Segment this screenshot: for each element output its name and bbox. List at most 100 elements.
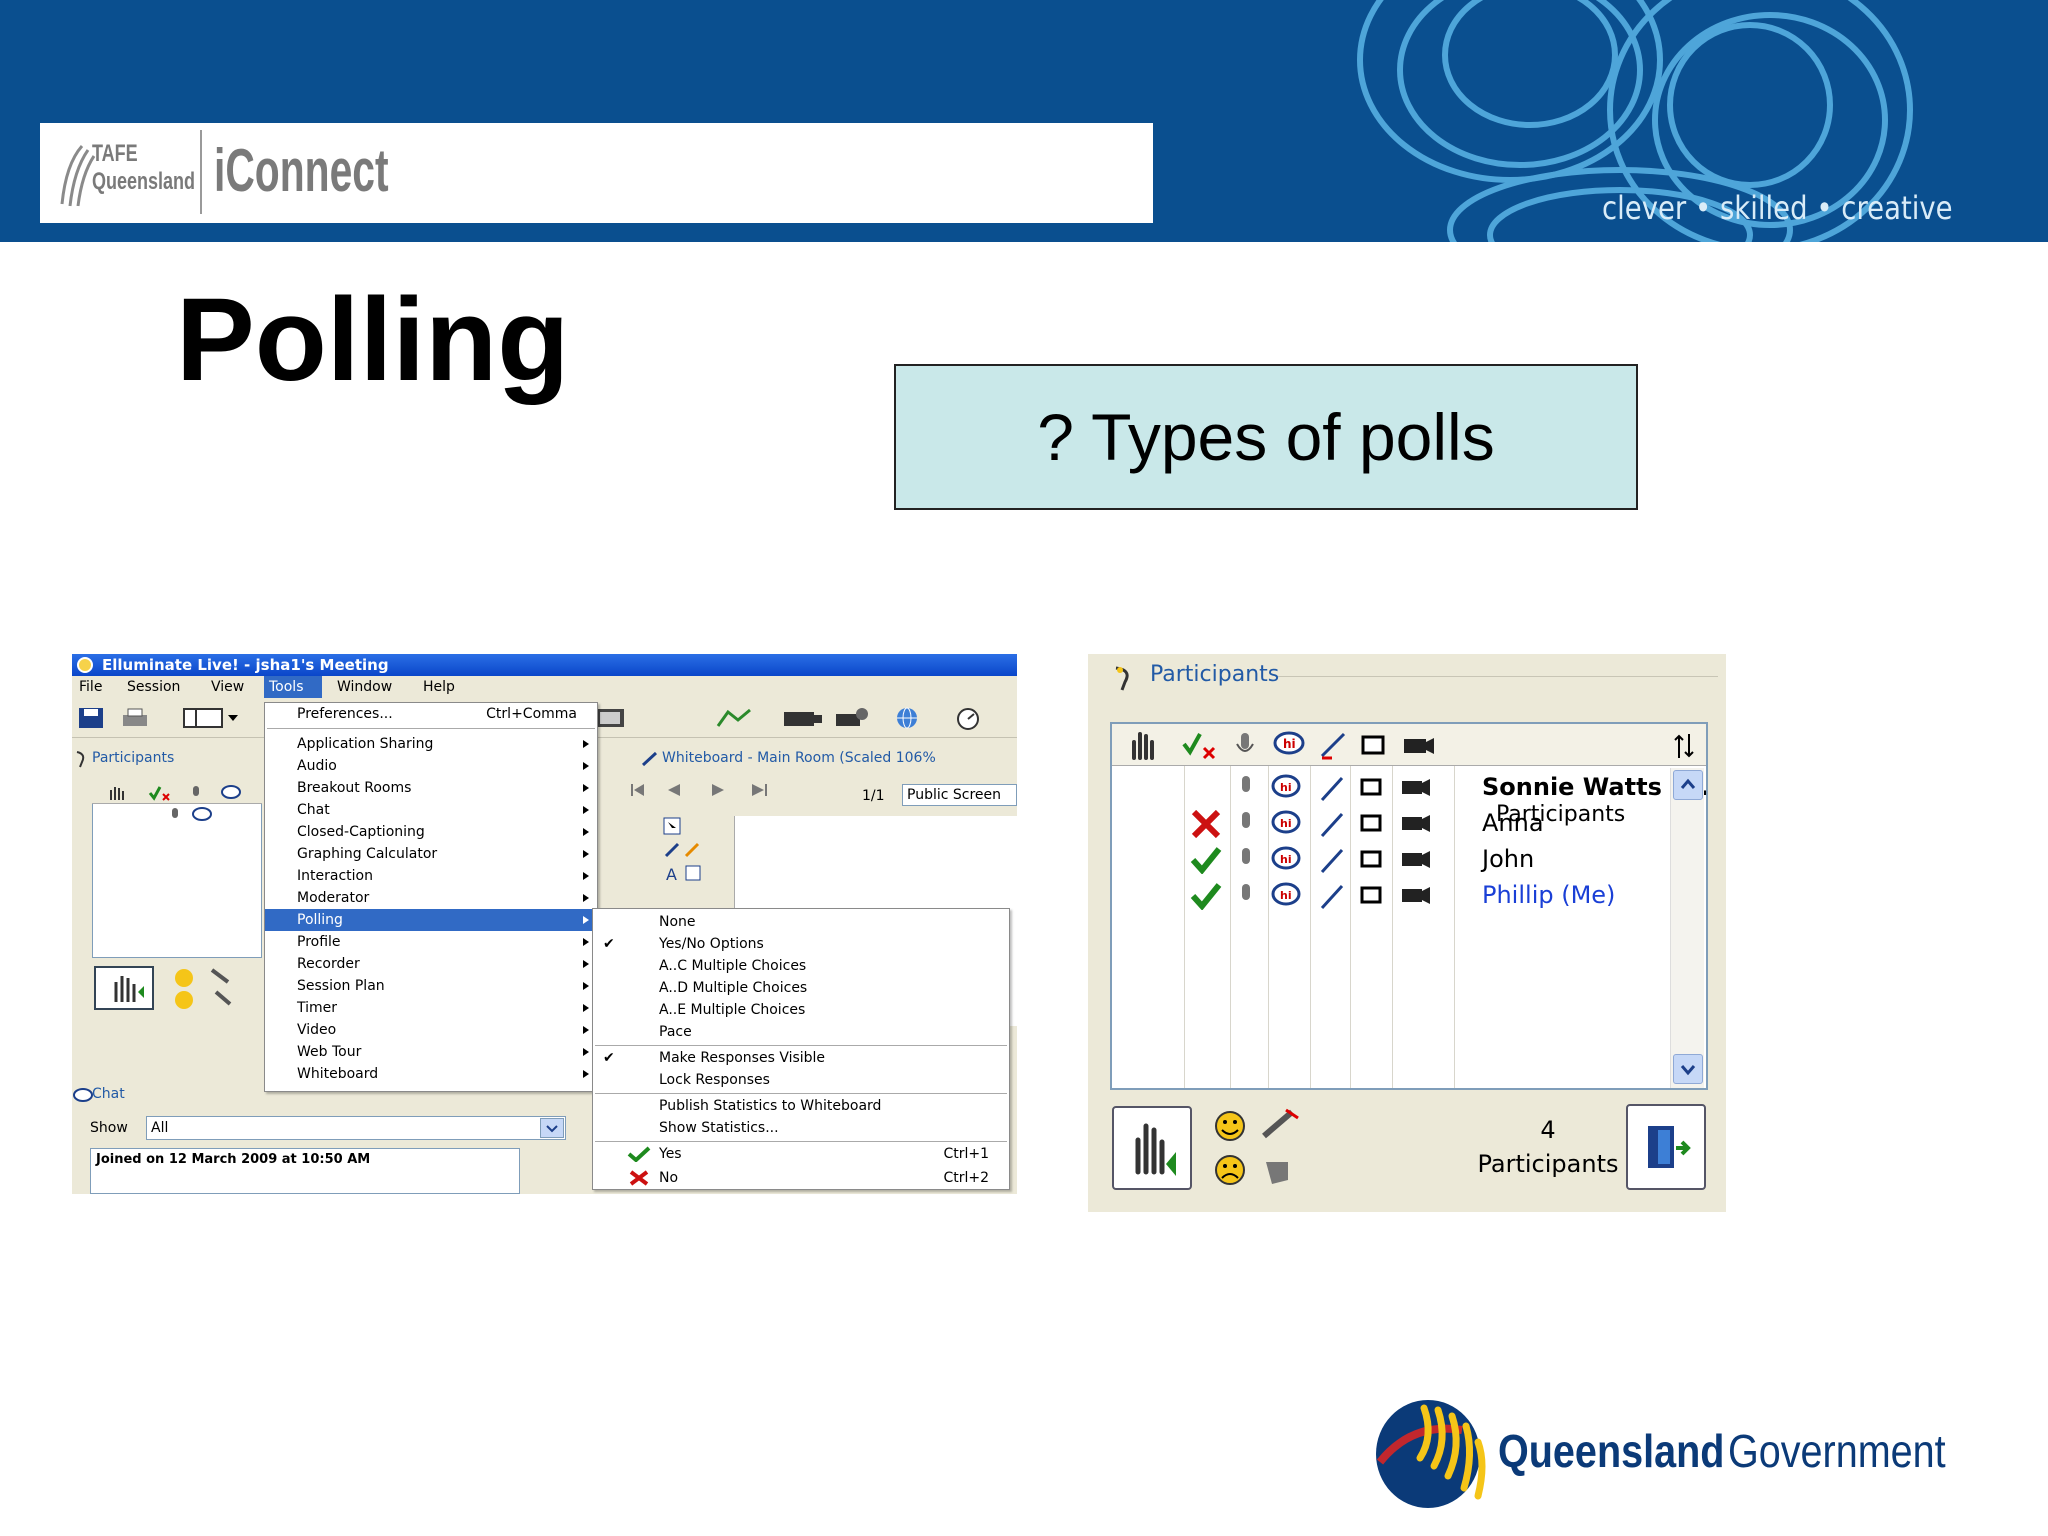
raise-hand-icon — [1135, 1123, 1176, 1176]
save-icon[interactable] — [76, 706, 106, 730]
poll-type-none[interactable]: None — [593, 911, 1009, 933]
menu-item-polling[interactable]: Polling — [265, 909, 597, 931]
camera-settings-icon[interactable] — [832, 706, 872, 730]
camera-icon[interactable] — [780, 706, 824, 730]
globe-icon[interactable] — [887, 706, 927, 730]
participant-row[interactable]: hi Anna — [1112, 806, 1652, 842]
whiteboard-header: Whiteboard - Main Room (Scaled 106% — [662, 750, 936, 766]
scrollbar[interactable] — [1670, 768, 1704, 1088]
lock-responses[interactable]: Lock Responses — [593, 1069, 1009, 1091]
menubar: File Session View Tools Window Help — [72, 676, 1017, 698]
menu-item-audio[interactable]: Audio — [265, 755, 597, 777]
participants-panel: Participants hi Participants hi Sonnie W… — [1088, 654, 1726, 1212]
whiteboard-tools-icon[interactable]: A — [662, 814, 702, 914]
menu-item-graphing-calculator[interactable]: Graphing Calculator — [265, 843, 597, 865]
participants-header: Participants — [92, 750, 175, 766]
poll-type-a-c[interactable]: A..C Multiple Choices — [593, 955, 1009, 977]
checkmark-icon: ✔ — [603, 1050, 615, 1066]
hand-icon[interactable] — [1126, 730, 1158, 760]
poll-type-label: A..C Multiple Choices — [659, 958, 807, 974]
menu-item-interaction[interactable]: Interaction — [265, 865, 597, 887]
menu-item-preferences[interactable]: Preferences... Ctrl+Comma — [265, 703, 597, 725]
raise-hand-button[interactable] — [94, 966, 154, 1010]
menu-item-breakout-rooms[interactable]: Breakout Rooms — [265, 777, 597, 799]
menu-window[interactable]: Window — [332, 676, 397, 698]
participant-row[interactable]: hi John — [1112, 842, 1652, 878]
poll-type-yes-no[interactable]: ✔ Yes/No Options — [593, 933, 1009, 955]
submenu-arrow-icon — [583, 982, 589, 990]
yes-no-icon[interactable] — [1182, 730, 1218, 760]
emoticon-icons[interactable] — [172, 966, 242, 1012]
show-statistics[interactable]: Show Statistics... — [593, 1117, 1009, 1139]
menu-item-label: Recorder — [297, 956, 360, 972]
header-rule — [1278, 676, 1718, 677]
menu-item-video[interactable]: Video — [265, 1019, 597, 1041]
menu-item-label: Web Tour — [297, 1044, 362, 1060]
microphone-icon[interactable] — [1234, 730, 1256, 760]
yes-no-icon — [148, 786, 170, 801]
sort-icon[interactable] — [1672, 732, 1696, 760]
screen-select[interactable]: Public Screen — [902, 784, 1017, 806]
participant-row[interactable]: hi Phillip (Me) — [1112, 878, 1652, 914]
participant-count-label: Participants — [1477, 1150, 1619, 1178]
poll-type-a-e[interactable]: A..E Multiple Choices — [593, 999, 1009, 1021]
poll-type-a-d[interactable]: A..D Multiple Choices — [593, 977, 1009, 999]
menu-item-closed-captioning[interactable]: Closed-Captioning — [265, 821, 597, 843]
layout-dropdown-icon[interactable] — [182, 706, 242, 730]
chat-bubble-icon[interactable]: hi — [1272, 730, 1306, 760]
poll-type-pace[interactable]: Pace — [593, 1021, 1009, 1043]
exit-button[interactable] — [1626, 1104, 1706, 1190]
camera-icon[interactable] — [1402, 732, 1436, 758]
menu-session[interactable]: Session — [122, 676, 185, 698]
show-dropdown-arrow[interactable] — [540, 1118, 564, 1138]
poll-answer-yes[interactable]: Yes Ctrl+1 — [593, 1143, 1009, 1165]
map-icon[interactable] — [714, 706, 754, 730]
pen-icon[interactable] — [1318, 730, 1348, 760]
timer-icon[interactable] — [948, 706, 988, 730]
menu-item-chat[interactable]: Chat — [265, 799, 597, 821]
show-select[interactable]: All — [146, 1116, 566, 1140]
menu-separator — [595, 1141, 1007, 1142]
print-icon[interactable] — [120, 706, 150, 730]
no-label: No — [659, 1170, 679, 1186]
page-count: 1/1 — [862, 788, 885, 804]
participant-row[interactable]: hi Sonnie Watts (... — [1112, 770, 1709, 806]
svg-text:hi: hi — [1283, 737, 1296, 751]
menu-item-whiteboard[interactable]: Whiteboard — [265, 1063, 597, 1085]
chat-header: Chat — [92, 1086, 125, 1102]
statistics-label: Publish Statistics to Whiteboard — [659, 1098, 882, 1114]
participants-panel-header: Participants — [1150, 662, 1280, 687]
menu-item-profile[interactable]: Profile — [265, 931, 597, 953]
menu-file[interactable]: File — [74, 676, 107, 698]
menu-item-moderator[interactable]: Moderator — [265, 887, 597, 909]
visibility-label: Lock Responses — [659, 1072, 770, 1088]
video-icon[interactable] — [592, 706, 632, 730]
menu-tools[interactable]: Tools — [264, 676, 322, 698]
menu-help[interactable]: Help — [418, 676, 460, 698]
menu-item-label: Graphing Calculator — [297, 846, 438, 862]
microphone-icon — [193, 786, 199, 796]
menu-item-web-tour[interactable]: Web Tour — [265, 1041, 597, 1063]
slide-page: TAFE Queensland iConnect clever • skille… — [0, 0, 2048, 1536]
menu-separator — [595, 1093, 1007, 1094]
participants-columns — [92, 782, 262, 804]
submenu-arrow-icon — [583, 1048, 589, 1056]
page-title: Polling — [176, 274, 570, 406]
raise-hand-button[interactable] — [1112, 1106, 1192, 1190]
menu-item-recorder[interactable]: Recorder — [265, 953, 597, 975]
make-responses-visible[interactable]: ✔ Make Responses Visible — [593, 1047, 1009, 1069]
scroll-down-button[interactable] — [1673, 1054, 1703, 1084]
menu-item-application-sharing[interactable]: Application Sharing — [265, 733, 597, 755]
statistics-label: Show Statistics... — [659, 1120, 779, 1136]
scroll-up-button[interactable] — [1673, 770, 1703, 800]
hand-icon — [110, 787, 124, 800]
poll-answer-no[interactable]: No Ctrl+2 — [593, 1167, 1009, 1189]
menu-item-session-plan[interactable]: Session Plan — [265, 975, 597, 997]
publish-statistics[interactable]: Publish Statistics to Whiteboard — [593, 1095, 1009, 1117]
menu-item-timer[interactable]: Timer — [265, 997, 597, 1019]
participant-name: Anna — [1482, 809, 1544, 837]
window-titlebar[interactable]: Elluminate Live! - jsha1's Meeting — [72, 654, 1017, 676]
window-icon[interactable] — [1360, 732, 1386, 758]
emoticon-icons[interactable] — [1212, 1106, 1308, 1190]
menu-view[interactable]: View — [206, 676, 249, 698]
